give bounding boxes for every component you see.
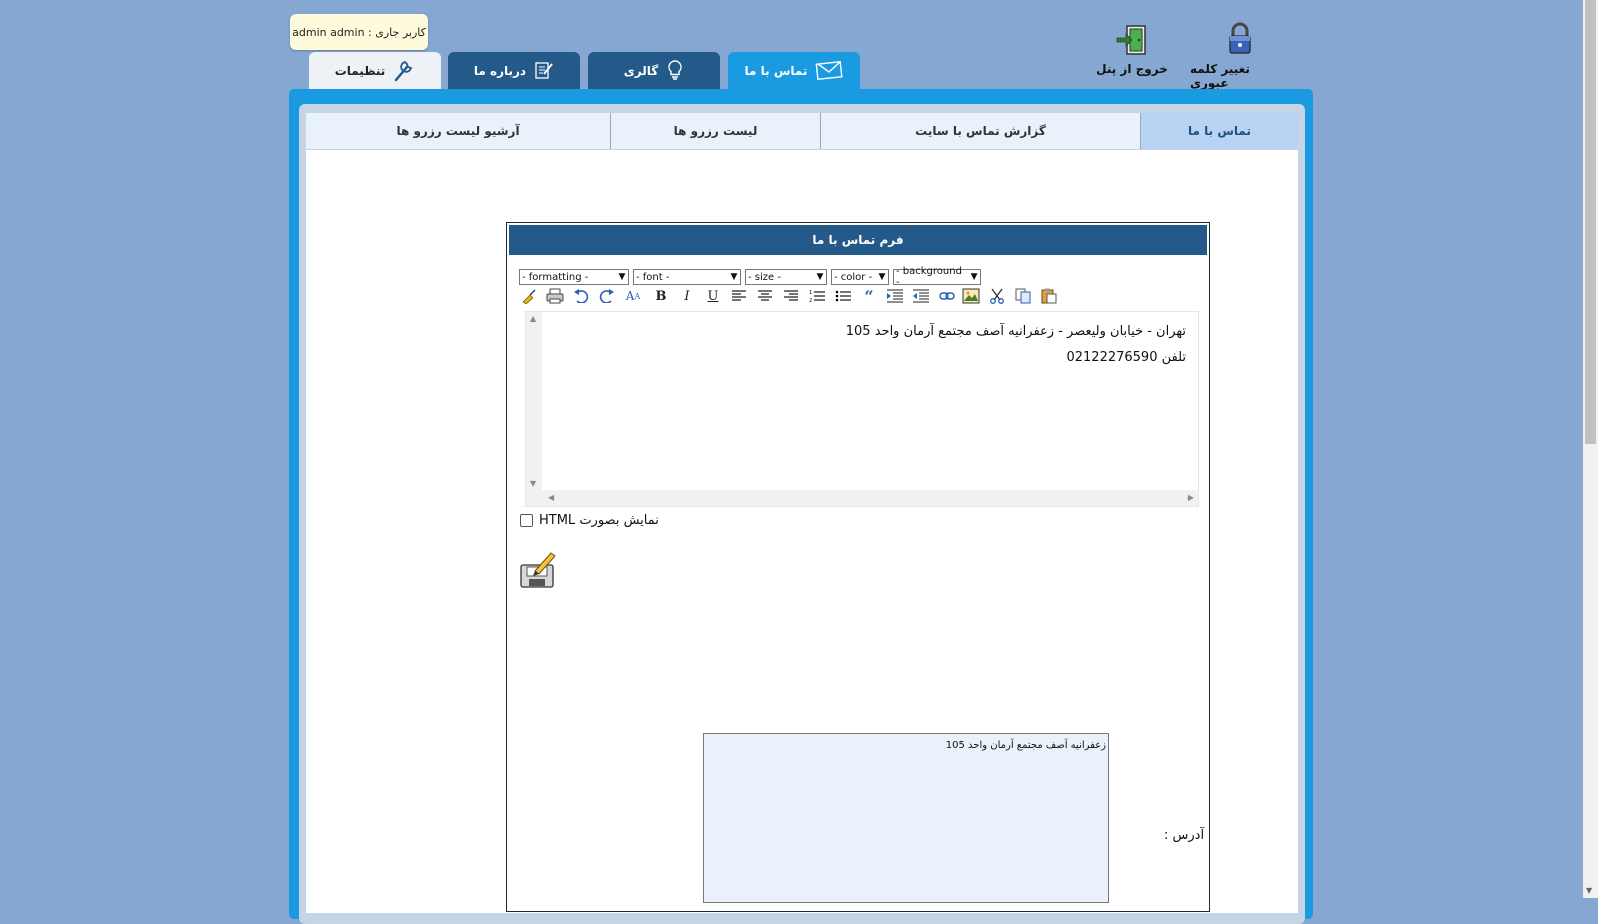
scroll-right-icon[interactable]: ▶ xyxy=(1188,493,1194,502)
chevron-down-icon: ▼ xyxy=(878,272,886,282)
paste-icon[interactable] xyxy=(1039,286,1059,306)
current-user-text: کاربر جاری : admin admin xyxy=(292,25,426,39)
redo-icon[interactable] xyxy=(597,286,617,306)
rich-text-editor[interactable]: تهران - خیابان ولیعصر - زعفرانیه آصف مجت… xyxy=(525,311,1199,507)
image-icon[interactable] xyxy=(961,286,981,306)
subtab-label: لیست رزرو ها xyxy=(673,124,758,138)
chevron-down-icon: ▼ xyxy=(618,272,626,282)
tab-gallery[interactable]: گالری xyxy=(588,52,720,90)
tab-contact-us[interactable]: تماس با ما xyxy=(728,52,860,90)
page-scrollbar-thumb[interactable] xyxy=(1585,0,1596,444)
editor-line: تلفن 02122276590 xyxy=(1066,350,1186,365)
exit-door-icon xyxy=(1115,22,1149,56)
quote-icon[interactable]: “ xyxy=(859,286,879,306)
font-select[interactable]: - font - ▼ xyxy=(633,269,741,285)
edit-note-icon xyxy=(534,60,554,83)
subtab-reservation-archive[interactable]: آرشیو لیست رزرو ها xyxy=(306,113,610,149)
svg-text:2: 2 xyxy=(809,298,812,303)
svg-text:1: 1 xyxy=(809,290,812,296)
print-icon[interactable] xyxy=(545,286,565,306)
indent-icon[interactable] xyxy=(885,286,905,306)
chevron-down-icon: ▼ xyxy=(816,272,824,282)
lightbulb-icon xyxy=(666,59,684,84)
color-select[interactable]: - color - ▼ xyxy=(831,269,889,285)
scroll-up-icon[interactable]: ▲ xyxy=(530,314,536,323)
padlock-icon xyxy=(1227,22,1253,56)
chevron-down-icon: ▼ xyxy=(730,272,738,282)
address-textarea[interactable]: زعفرانیه آصف مجتمع آرمان واحد 105 xyxy=(703,733,1109,903)
change-password-label: تغییر کلمه عبوری xyxy=(1190,62,1250,90)
size-select[interactable]: - size - ▼ xyxy=(745,269,827,285)
subtab-reservation-list[interactable]: لیست رزرو ها xyxy=(610,113,820,149)
tab-contact-label: تماس با ما xyxy=(744,64,808,78)
page-scroll-down-icon[interactable]: ▼ xyxy=(1586,886,1592,895)
clean-icon[interactable] xyxy=(519,286,539,306)
address-value: زعفرانیه آصف مجتمع آرمان واحد 105 xyxy=(945,740,1106,751)
tab-gallery-label: گالری xyxy=(623,64,659,78)
form-title-text: فرم تماس با ما xyxy=(812,233,904,247)
tab-about-label: درباره ما xyxy=(473,64,527,78)
tab-about[interactable]: درباره ما xyxy=(448,52,580,90)
editor-vertical-scrollbar[interactable]: ▲ ▼ xyxy=(526,312,542,490)
align-left-icon[interactable] xyxy=(729,286,749,306)
subtab-label: گزارش تماس با سایت xyxy=(915,124,1046,138)
envelope-icon xyxy=(815,60,843,83)
html-view-checkbox[interactable] xyxy=(520,514,533,527)
scroll-left-icon[interactable]: ◀ xyxy=(548,493,554,502)
select-value: - font - xyxy=(636,271,670,283)
tab-settings[interactable]: تنظیمات xyxy=(309,52,441,90)
logout-label: خروج از پنل xyxy=(1096,62,1168,76)
bold-icon[interactable]: B xyxy=(651,286,671,306)
background-select[interactable]: - background - ▼ xyxy=(893,266,981,288)
align-center-icon[interactable] xyxy=(755,286,775,306)
formatting-select[interactable]: - formatting - ▼ xyxy=(519,269,629,285)
subtab-label: تماس با ما xyxy=(1188,124,1251,138)
subtab-bar: تماس با ما گزارش تماس با سایت لیست رزرو … xyxy=(306,113,1298,150)
logout-button[interactable]: خروج از پنل xyxy=(1092,22,1172,76)
change-password-button[interactable]: تغییر کلمه عبوری xyxy=(1190,22,1290,90)
tab-settings-label: تنظیمات xyxy=(334,64,386,78)
subtab-contact-us[interactable]: تماس با ما xyxy=(1140,113,1298,149)
select-value: - background - xyxy=(896,266,962,288)
outdent-icon[interactable] xyxy=(911,286,931,306)
scroll-down-icon[interactable]: ▼ xyxy=(530,479,536,488)
subtab-label: آرشیو لیست رزرو ها xyxy=(396,124,520,138)
select-value: - size - xyxy=(748,271,781,283)
underline-icon[interactable]: U xyxy=(703,286,723,306)
copy-icon[interactable] xyxy=(1013,286,1033,306)
align-right-icon[interactable] xyxy=(781,286,801,306)
save-button[interactable] xyxy=(519,551,557,589)
address-label: آدرس : xyxy=(1164,828,1205,843)
save-disk-icon xyxy=(520,552,556,588)
undo-icon[interactable] xyxy=(571,286,591,306)
select-value: - color - xyxy=(834,271,873,283)
italic-icon[interactable]: I xyxy=(677,286,697,306)
font-size-icon[interactable]: AA xyxy=(623,286,643,306)
subtab-contact-report[interactable]: گزارش تماس با سایت xyxy=(820,113,1140,149)
contact-form-title: فرم تماس با ما xyxy=(509,225,1207,255)
html-view-toggle[interactable]: نمایش بصورت HTML xyxy=(520,513,659,528)
current-user-badge: کاربر جاری : admin admin xyxy=(290,14,428,50)
editor-line: تهران - خیابان ولیعصر - زعفرانیه آصف مجت… xyxy=(845,324,1186,339)
select-value: - formatting - xyxy=(522,271,589,283)
editor-horizontal-scrollbar[interactable]: ◀ ▶ xyxy=(526,490,1198,506)
unordered-list-icon[interactable] xyxy=(833,286,853,306)
chevron-down-icon: ▼ xyxy=(970,272,978,282)
html-view-label: نمایش بصورت HTML xyxy=(539,513,659,528)
cut-icon[interactable] xyxy=(987,286,1007,306)
wrench-icon xyxy=(393,58,415,85)
link-icon[interactable] xyxy=(937,286,957,306)
ordered-list-icon[interactable]: 12 xyxy=(807,286,827,306)
